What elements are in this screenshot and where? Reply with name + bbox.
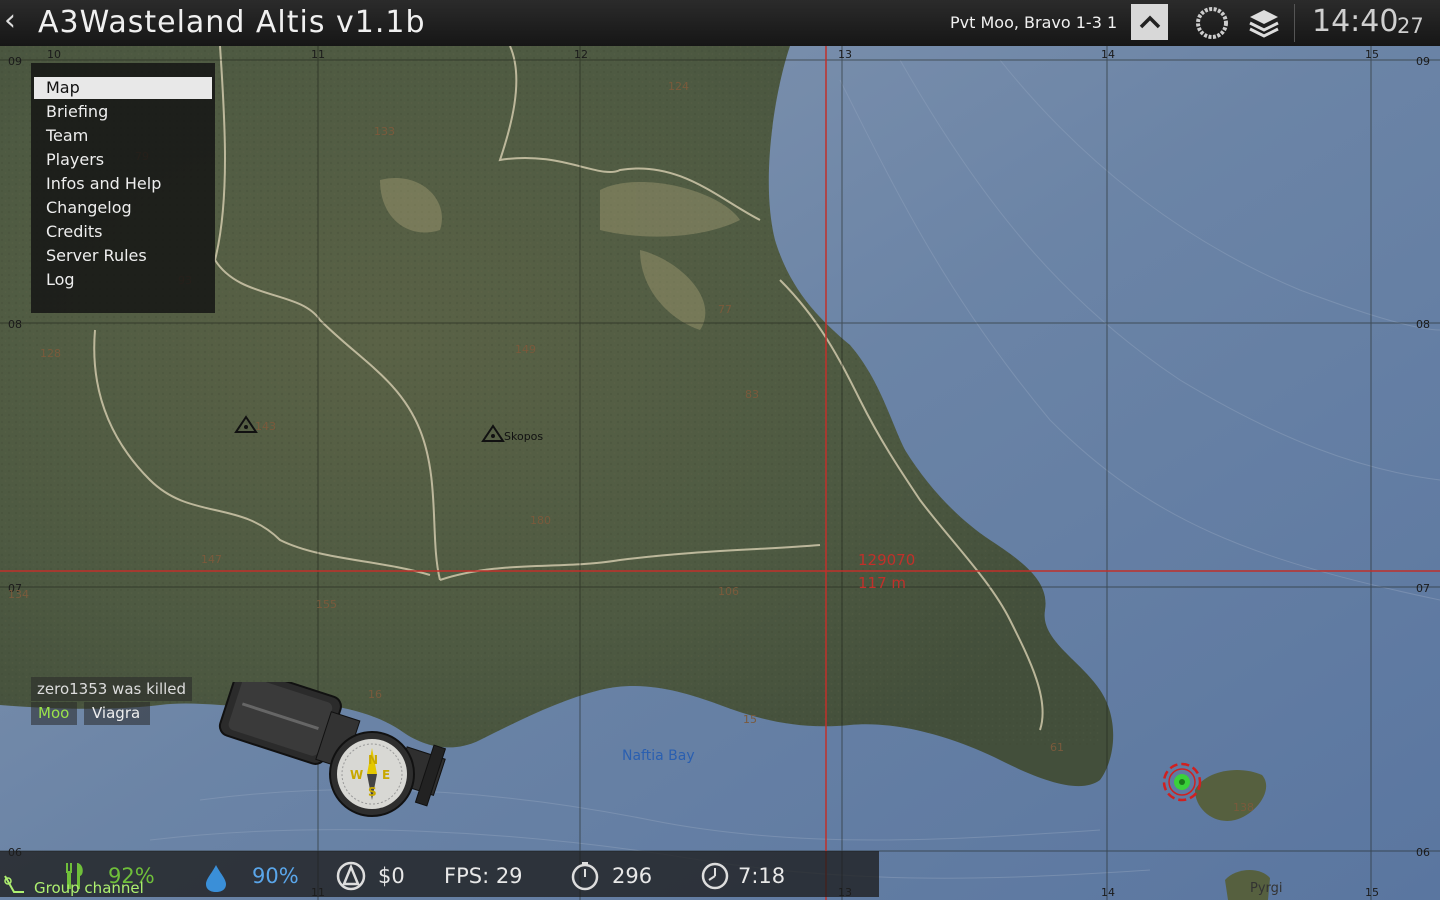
elevation-label: 147: [201, 553, 222, 566]
grid-bottom-label: 15: [1365, 886, 1379, 899]
grid-right-label: 09: [1416, 55, 1430, 68]
fps-value: FPS: 29: [444, 864, 523, 888]
compass-icon[interactable]: N S E W: [205, 682, 455, 832]
elevation-label: 128: [40, 347, 61, 360]
menu-item-players[interactable]: Players: [34, 149, 212, 171]
grid-top-label: 15: [1365, 48, 1379, 61]
money-icon: [336, 861, 366, 891]
elevation-label: 149: [515, 343, 536, 356]
menu-item-server-rules[interactable]: Server Rules: [34, 245, 212, 267]
water-value: 90%: [252, 864, 299, 888]
elevation-label: 133: [374, 125, 395, 138]
collapse-button[interactable]: [1131, 4, 1168, 40]
water-drop-icon: [206, 865, 226, 892]
chevron-up-icon: [1139, 15, 1160, 29]
grid-left-label: 08: [8, 318, 22, 331]
menu-item-map[interactable]: Map: [34, 77, 212, 99]
map-menu: Map Briefing Team Players Infos and Help…: [31, 63, 215, 313]
elevation-label: 106: [718, 585, 739, 598]
stopwatch-icon: [571, 862, 599, 891]
chat-channel[interactable]: Group channel: [34, 879, 144, 897]
top-bar: ‹ A3Wasteland Altis v1.1b Pvt Moo, Bravo…: [0, 0, 1440, 46]
player-name: Pvt Moo, Bravo 1-3 1: [950, 13, 1118, 32]
compass-south: S: [368, 785, 377, 799]
game-clock: 14:40: [1312, 4, 1399, 39]
menu-item-briefing[interactable]: Briefing: [34, 101, 212, 123]
menu-item-log[interactable]: Log: [34, 269, 212, 291]
elevation-label: 124: [668, 80, 689, 93]
location-label-pyrgi: Pyrgi: [1250, 881, 1283, 896]
compass-north: N: [368, 753, 378, 767]
kill-killer-name: Moo: [31, 702, 77, 725]
grid-top-label: 14: [1101, 48, 1115, 61]
kill-message: zero1353 was killed: [31, 677, 193, 701]
elevation-label: 134: [8, 588, 29, 601]
grid-top-label: 12: [574, 48, 588, 61]
money-value: $0: [378, 864, 405, 888]
menu-item-changelog[interactable]: Changelog: [34, 197, 212, 219]
menu-item-team[interactable]: Team: [34, 125, 212, 147]
elevation-label: 180: [530, 514, 551, 527]
location-label-skopos: Skopos: [504, 430, 543, 443]
elevation-label: 61: [1050, 741, 1064, 754]
grid-right-label: 08: [1416, 318, 1430, 331]
compass-east: E: [382, 768, 390, 782]
location-label-naftia-bay: Naftia Bay: [622, 748, 695, 764]
elevation-label: 155: [316, 598, 337, 611]
grid-bottom-label: 14: [1101, 886, 1115, 899]
elevation-label: 15: [743, 713, 757, 726]
mission-title: A3Wasteland Altis v1.1b: [38, 5, 426, 40]
grid-top-label: 13: [838, 48, 852, 61]
clock-icon: [701, 862, 729, 890]
grid-left-label: 09: [8, 55, 22, 68]
elevation-label: 83: [745, 388, 759, 401]
grid-top-label: 10: [47, 48, 61, 61]
menu-item-infos-and-help[interactable]: Infos and Help: [34, 173, 212, 195]
chevron-left-icon[interactable]: ‹: [4, 4, 16, 38]
elevation-label: 77: [718, 303, 732, 316]
kills-value: 296: [612, 864, 653, 888]
cursor-distance-readout: 117 m: [858, 574, 906, 592]
compass-west: W: [350, 768, 363, 782]
menu-item-credits[interactable]: Credits: [34, 221, 212, 243]
elevation-label: 143: [255, 420, 276, 433]
ring-icon[interactable]: [1194, 5, 1230, 41]
kill-victim-name: Viagra: [84, 702, 150, 725]
playtime-value: 7:18: [738, 864, 786, 888]
grid-right-label: 07: [1416, 582, 1430, 595]
grid-right-label: 06: [1416, 846, 1430, 859]
layers-icon[interactable]: [1247, 7, 1281, 39]
elevation-label: 138: [1233, 801, 1254, 814]
cursor-grid-readout: 129070: [858, 551, 915, 569]
radio-icon: [4, 875, 24, 893]
divider: [1294, 4, 1295, 42]
grid-top-label: 11: [311, 48, 325, 61]
game-clock-seconds: 27: [1397, 14, 1424, 38]
